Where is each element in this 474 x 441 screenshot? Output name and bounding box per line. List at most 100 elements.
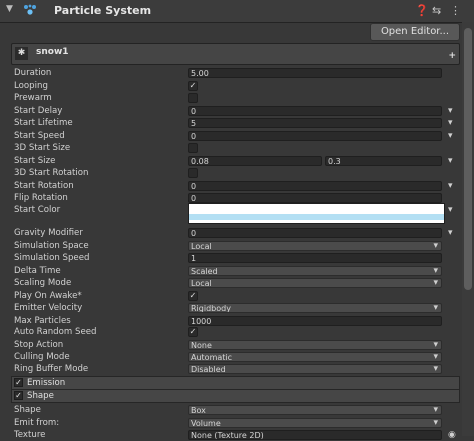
row-play-on-awake: Play On Awake* ✓	[0, 290, 474, 302]
presets-icon[interactable]: ⇆	[432, 4, 441, 17]
delta-time-dropdown[interactable]: Scaled	[188, 265, 442, 276]
row-gravity-modifier: Gravity Modifier 0 ▾	[0, 227, 474, 239]
auto-random-seed-checkbox[interactable]: ✓	[188, 327, 198, 337]
start-rotation-label: Start Rotation	[14, 180, 74, 191]
gravity-modifier-field[interactable]: 0	[188, 228, 442, 238]
component-title: Particle System	[54, 4, 152, 17]
row-3d-start-size: 3D Start Size	[0, 142, 474, 154]
row-emit-from: Emit from: Volume	[0, 417, 474, 429]
culling-mode-label: Culling Mode	[14, 352, 70, 362]
open-editor-button[interactable]: Open Editor...	[370, 23, 460, 41]
module-icon: ✱	[15, 47, 28, 60]
start-color-gradient[interactable]	[188, 203, 445, 224]
start-size-label: Start Size	[14, 155, 56, 166]
simulation-speed-label: Simulation Speed	[14, 253, 90, 263]
simulation-space-dropdown[interactable]: Local	[188, 240, 442, 251]
emission-module-header[interactable]: ✓ Emission	[11, 376, 460, 390]
row-shape: Shape Box	[0, 404, 474, 416]
3d-start-size-checkbox[interactable]	[188, 143, 198, 153]
row-start-size: Start Size 0.08 0.3 ▾	[0, 155, 474, 167]
stop-action-dropdown[interactable]: None	[188, 339, 442, 350]
emission-checkbox[interactable]: ✓	[14, 378, 23, 387]
flip-rotation-field[interactable]: 0	[188, 193, 442, 203]
curve-mode-dropdown-icon[interactable]: ▾	[448, 117, 453, 129]
emitter-velocity-dropdown[interactable]: Rigidbody	[188, 303, 442, 313]
start-speed-field[interactable]: 0	[188, 130, 442, 141]
start-delay-label: Start Delay	[14, 105, 63, 116]
emit-from-dropdown[interactable]: Volume	[188, 418, 442, 428]
start-size-min-field[interactable]: 0.08	[188, 155, 322, 166]
max-particles-field[interactable]: 1000	[188, 315, 442, 326]
curve-mode-dropdown-icon[interactable]: ▾	[448, 105, 453, 117]
ring-buffer-mode-dropdown[interactable]: Disabled	[188, 364, 442, 374]
row-simulation-space: Simulation Space Local	[0, 240, 474, 252]
start-size-max-field[interactable]: 0.3	[325, 155, 442, 166]
curve-mode-dropdown-icon[interactable]: ▾	[448, 155, 453, 167]
foldout-arrow-icon[interactable]: ▼	[6, 4, 13, 14]
row-simulation-speed: Simulation Speed 1	[0, 252, 474, 264]
row-looping: Looping ✓	[0, 80, 474, 92]
curve-mode-dropdown-icon[interactable]: ▾	[448, 130, 453, 142]
row-emitter-velocity: Emitter Velocity Rigidbody	[0, 302, 474, 314]
add-module-icon[interactable]: +	[448, 51, 456, 61]
start-rotation-field[interactable]: 0	[188, 180, 442, 191]
shape-module-header[interactable]: ✓ Shape	[11, 389, 460, 403]
start-speed-label: Start Speed	[14, 130, 65, 141]
row-start-speed: Start Speed 0 ▾	[0, 130, 474, 142]
duration-field[interactable]: 5.00	[188, 68, 442, 78]
row-start-delay: Start Delay 0 ▾	[0, 105, 474, 117]
row-start-rotation: Start Rotation 0 ▾	[0, 180, 474, 192]
shape-type-label: Shape	[14, 405, 41, 415]
ring-buffer-mode-label: Ring Buffer Mode	[14, 364, 89, 374]
emitter-velocity-label: Emitter Velocity	[14, 303, 83, 313]
prewarm-label: Prewarm	[14, 93, 52, 103]
texture-label: Texture	[14, 430, 46, 440]
play-on-awake-checkbox[interactable]: ✓	[188, 290, 198, 301]
row-ring-buffer-mode: Ring Buffer Mode Disabled	[0, 363, 474, 375]
3d-start-rotation-checkbox[interactable]	[188, 168, 198, 178]
emission-label: Emission	[27, 378, 66, 388]
prewarm-checkbox[interactable]	[188, 93, 198, 103]
looping-label: Looping	[14, 80, 48, 91]
main-module-header[interactable]: ✱ snow1 +	[11, 43, 460, 65]
scaling-mode-dropdown[interactable]: Local	[188, 278, 442, 288]
simulation-speed-field[interactable]: 1	[188, 253, 442, 263]
texture-field[interactable]: None (Texture 2D)	[188, 430, 442, 440]
culling-mode-dropdown[interactable]: Automatic	[188, 352, 442, 362]
start-color-label: Start Color	[14, 205, 61, 215]
row-3d-start-rotation: 3D Start Rotation	[0, 167, 474, 179]
help-icon[interactable]: ❓	[415, 4, 429, 17]
shape-label: Shape	[27, 391, 54, 401]
gravity-modifier-label: Gravity Modifier	[14, 228, 83, 238]
row-culling-mode: Culling Mode Automatic	[0, 351, 474, 363]
row-start-lifetime: Start Lifetime 5 ▾	[0, 117, 474, 129]
particle-system-icon	[24, 4, 36, 15]
scaling-mode-label: Scaling Mode	[14, 278, 72, 288]
auto-random-seed-label: Auto Random Seed	[14, 327, 97, 337]
inspector-scrollbar[interactable]	[462, 22, 474, 436]
row-auto-random-seed: Auto Random Seed ✓	[0, 326, 474, 338]
flip-rotation-label: Flip Rotation	[14, 193, 68, 203]
curve-mode-dropdown-icon[interactable]: ▾	[448, 180, 453, 192]
shape-checkbox[interactable]: ✓	[14, 391, 23, 400]
3d-start-rotation-label: 3D Start Rotation	[14, 168, 89, 178]
start-delay-field[interactable]: 0	[188, 105, 442, 116]
play-on-awake-label: Play On Awake*	[14, 290, 82, 301]
shape-type-dropdown[interactable]: Box	[188, 405, 442, 415]
start-lifetime-field[interactable]: 5	[188, 118, 442, 128]
scrollbar-thumb[interactable]	[464, 28, 472, 290]
object-picker-icon[interactable]: ◉	[448, 429, 456, 441]
module-name: snow1	[36, 47, 69, 57]
duration-label: Duration	[14, 68, 52, 78]
emit-from-label: Emit from:	[14, 418, 60, 428]
row-duration: Duration 5.00	[0, 67, 474, 79]
stop-action-label: Stop Action	[14, 339, 64, 350]
more-options-icon[interactable]: ⋮	[450, 4, 461, 17]
row-prewarm: Prewarm	[0, 92, 474, 104]
color-mode-dropdown-icon[interactable]: ▾	[448, 204, 453, 216]
3d-start-size-label: 3D Start Size	[14, 143, 71, 153]
looping-checkbox[interactable]: ✓	[188, 80, 198, 91]
curve-mode-dropdown-icon[interactable]: ▾	[448, 227, 453, 239]
row-delta-time: Delta Time Scaled	[0, 265, 474, 277]
start-lifetime-label: Start Lifetime	[14, 118, 73, 128]
